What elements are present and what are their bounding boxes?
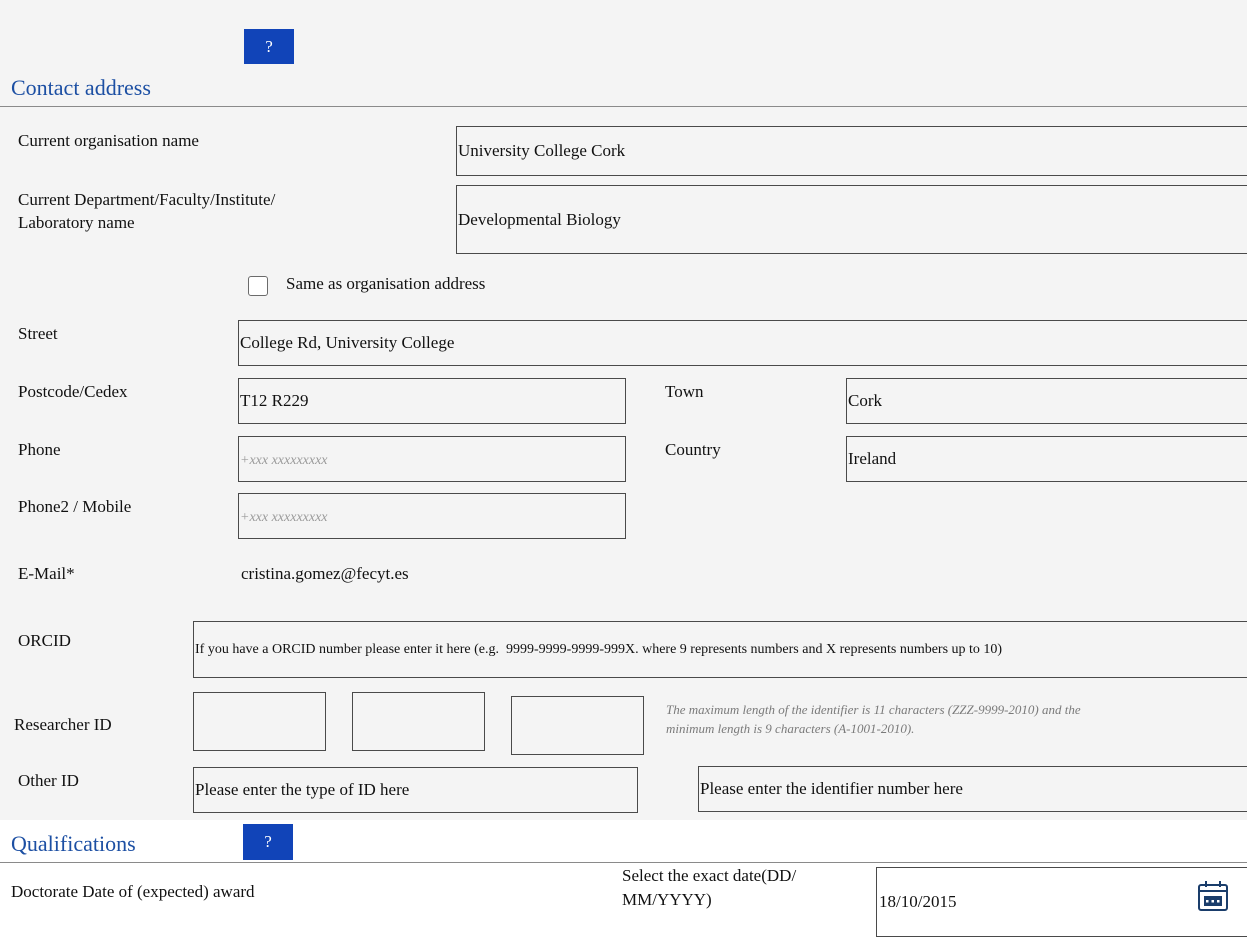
doctorate-date-label: Doctorate Date of (expected) award <box>11 882 255 901</box>
researcher-id-label: Researcher ID <box>14 715 112 734</box>
contact-help-button[interactable]: ? <box>244 29 294 64</box>
select-date-label-line1: Select the exact date(DD/ <box>622 866 797 885</box>
select-date-label-line2: MM/YYYY) <box>622 890 712 909</box>
researcher-id-part3-input[interactable] <box>511 696 644 755</box>
town-input[interactable] <box>846 378 1247 424</box>
researcher-id-hint-line2: minimum length is 9 characters (A-1001-2… <box>666 721 915 736</box>
dept-label-line2: Laboratory name <box>18 213 135 232</box>
dept-label-line1: Current Department/Faculty/Institute/ <box>18 190 276 209</box>
street-input[interactable] <box>238 320 1247 366</box>
same-as-org-label: Same as organisation address <box>286 274 486 293</box>
phone-label: Phone <box>18 440 61 459</box>
qualifications-section-divider <box>0 862 1247 863</box>
other-id-label: Other ID <box>18 771 79 790</box>
street-label: Street <box>18 324 58 343</box>
country-label: Country <box>665 440 721 459</box>
contact-section-divider <box>0 106 1247 107</box>
country-input[interactable] <box>846 436 1247 482</box>
orcid-label: ORCID <box>18 631 71 650</box>
same-as-org-checkbox[interactable] <box>248 276 268 296</box>
phone2-label: Phone2 / Mobile <box>18 497 132 516</box>
researcher-id-part1-input[interactable] <box>193 692 326 751</box>
postcode-input[interactable] <box>238 378 626 424</box>
qualifications-section-title: Qualifications <box>11 831 136 856</box>
org-name-input[interactable] <box>456 126 1247 176</box>
other-id-number-input[interactable] <box>698 766 1247 812</box>
other-id-type-input[interactable] <box>193 767 638 813</box>
phone2-input[interactable] <box>238 493 626 539</box>
phone-input[interactable] <box>238 436 626 482</box>
email-label: E-Mail* <box>18 564 75 583</box>
email-value: cristina.gomez@fecyt.es <box>241 564 409 583</box>
qualifications-help-button[interactable]: ? <box>243 824 293 860</box>
researcher-id-hint-line1: The maximum length of the identifier is … <box>666 702 1081 717</box>
dept-input[interactable] <box>456 185 1247 254</box>
contact-section-title: Contact address <box>11 75 151 100</box>
calendar-icon[interactable] <box>1195 878 1231 914</box>
doctorate-date-input[interactable] <box>876 867 1247 937</box>
org-name-label: Current organisation name <box>18 131 199 150</box>
town-label: Town <box>665 382 704 401</box>
postcode-label: Postcode/Cedex <box>18 382 128 401</box>
researcher-id-part2-input[interactable] <box>352 692 485 751</box>
orcid-input[interactable] <box>193 621 1247 678</box>
